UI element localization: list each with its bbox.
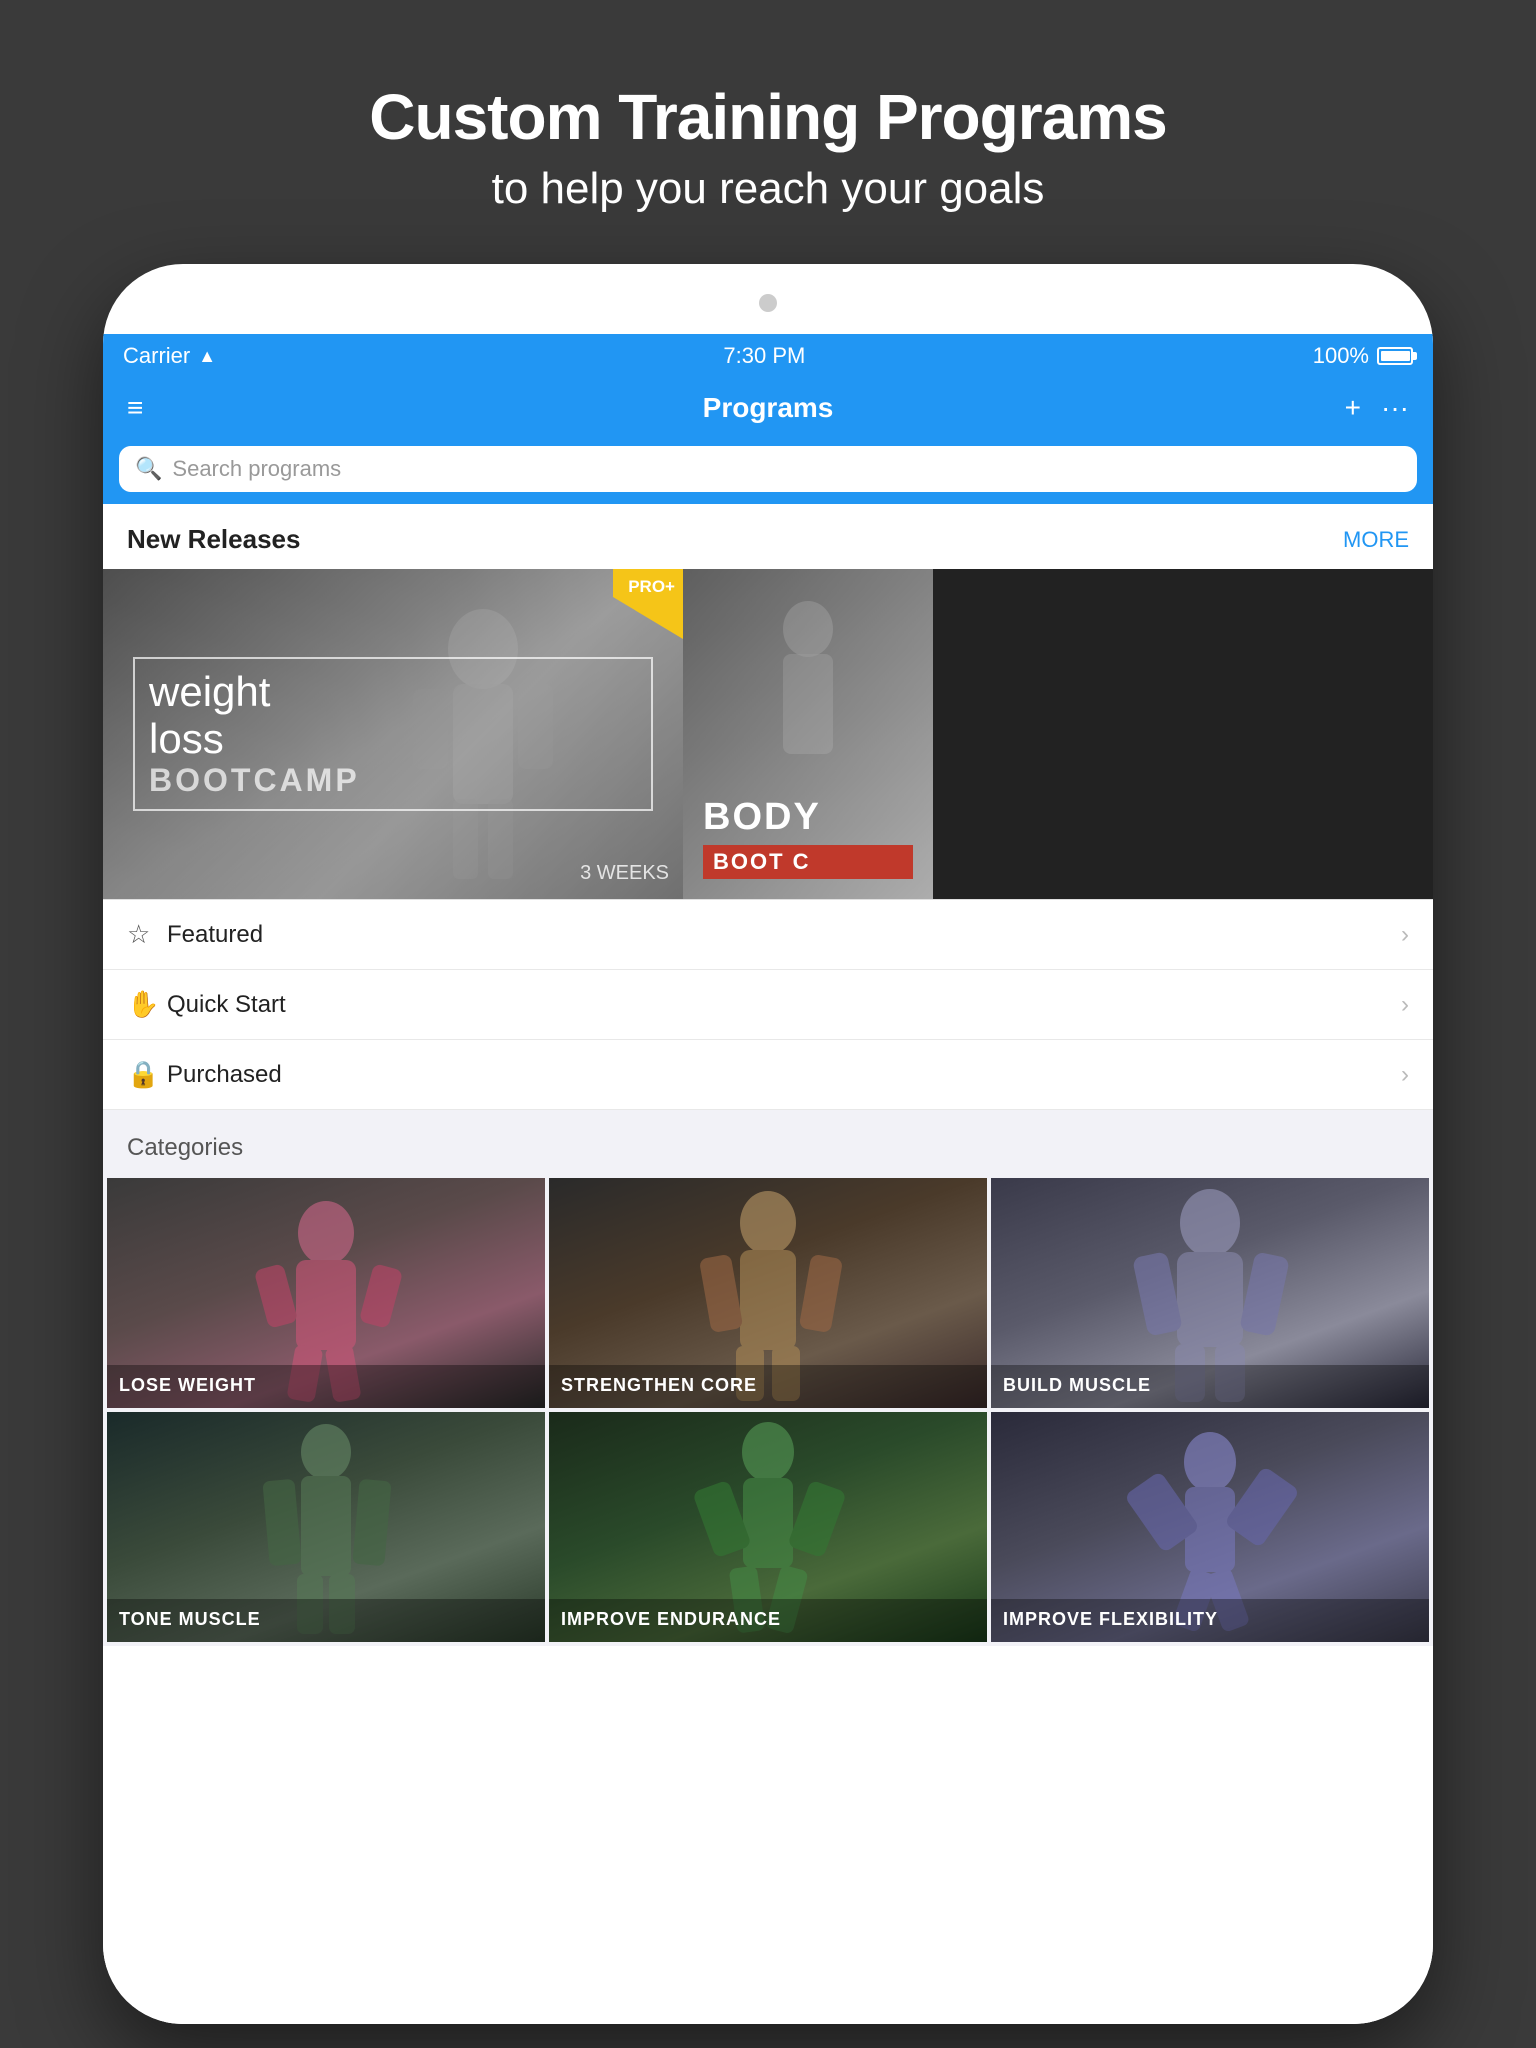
scroll-content[interactable]: New Releases MORE xyxy=(103,504,1433,2024)
nav-bar: ≡ Programs + ··· xyxy=(103,378,1433,438)
list-item-purchased[interactable]: 🔒 Purchased › xyxy=(103,1040,1433,1110)
bootcamp-box: weightloss BOOTCAMP xyxy=(133,657,653,810)
quickstart-label: Quick Start xyxy=(167,991,1401,1019)
featured-chevron: › xyxy=(1401,921,1409,949)
strengthen-label: STRENGTHEN CORE xyxy=(549,1365,987,1408)
categories-grid: LOSE WEIGHT xyxy=(103,1178,1433,1646)
add-icon[interactable]: + xyxy=(1345,392,1361,424)
lose-weight-label: LOSE WEIGHT xyxy=(107,1365,545,1408)
list-item-quickstart[interactable]: ✋ Quick Start › xyxy=(103,970,1433,1040)
menu-icon[interactable]: ≡ xyxy=(127,392,143,424)
categories-title: Categories xyxy=(127,1134,243,1161)
bootcamp-title-line2: BOOTCAMP xyxy=(149,762,637,799)
wifi-icon: ▲ xyxy=(198,346,216,367)
purchased-chevron: › xyxy=(1401,1061,1409,1089)
category-tone-muscle[interactable]: TONE MUSCLE xyxy=(107,1412,545,1642)
purchased-icon: 🔒 xyxy=(127,1059,167,1090)
category-lose-weight[interactable]: LOSE WEIGHT xyxy=(107,1178,545,1408)
list-item-featured[interactable]: ☆ Featured › xyxy=(103,900,1433,970)
body-subtitle: BOOT C xyxy=(703,845,913,879)
purchased-label: Purchased xyxy=(167,1061,1401,1089)
search-bar-container: 🔍 Search programs xyxy=(103,438,1433,504)
category-improve-endurance[interactable]: IMPROVE ENDURANCE xyxy=(549,1412,987,1642)
page-subtitle: to help you reach your goals xyxy=(369,164,1166,214)
category-improve-flexibility[interactable]: IMPROVE FLEXIBILITY xyxy=(991,1412,1429,1642)
categories-header: Categories xyxy=(103,1110,1433,1178)
endurance-label: IMPROVE ENDURANCE xyxy=(549,1599,987,1642)
category-build-muscle[interactable]: BUILD MUSCLE xyxy=(991,1178,1429,1408)
more-link[interactable]: MORE xyxy=(1343,527,1409,553)
app-content: Carrier ▲ 7:30 PM 100% ≡ Programs + ··· xyxy=(103,334,1433,2024)
build-muscle-label: BUILD MUSCLE xyxy=(991,1365,1429,1408)
page-title: Custom Training Programs xyxy=(369,80,1166,154)
tone-muscle-label: TONE MUSCLE xyxy=(107,1599,545,1642)
tablet-camera xyxy=(759,294,777,312)
tablet-frame: Carrier ▲ 7:30 PM 100% ≡ Programs + ··· xyxy=(103,264,1433,2024)
body-title: BODY xyxy=(703,796,913,839)
categories-section: Categories xyxy=(103,1110,1433,1646)
flexibility-label: IMPROVE FLEXIBILITY xyxy=(991,1599,1429,1642)
search-placeholder: Search programs xyxy=(172,456,341,482)
page-header: Custom Training Programs to help you rea… xyxy=(369,0,1166,264)
quickstart-chevron: › xyxy=(1401,991,1409,1019)
nav-title: Programs xyxy=(703,392,834,424)
carrier-label: Carrier xyxy=(123,343,190,369)
featured-label: Featured xyxy=(167,921,1401,949)
pro-badge-label: PRO+ xyxy=(628,577,675,597)
new-releases-header: New Releases MORE xyxy=(103,504,1433,569)
bootcamp-weeks: 3 WEEKS xyxy=(580,862,669,885)
time-label: 7:30 PM xyxy=(723,343,805,369)
battery-fill xyxy=(1381,351,1410,361)
category-strengthen-core[interactable]: STRENGTHEN CORE xyxy=(549,1178,987,1408)
search-icon: 🔍 xyxy=(135,456,162,482)
new-releases-title: New Releases xyxy=(127,524,300,555)
list-section: ☆ Featured › ✋ Quick Start › 🔒 Purchased… xyxy=(103,899,1433,1110)
quickstart-icon: ✋ xyxy=(127,989,167,1020)
nav-actions: + ··· xyxy=(1345,392,1409,424)
featured-icon: ☆ xyxy=(127,919,167,950)
battery-bar-icon xyxy=(1377,347,1413,365)
carousel-card-2[interactable]: BODY BOOT C xyxy=(683,569,933,899)
status-right: 100% xyxy=(1313,343,1413,369)
battery-percent: 100% xyxy=(1313,343,1369,369)
carousel[interactable]: weightloss BOOTCAMP PRO+ 3 WEEKS xyxy=(103,569,1433,899)
status-bar: Carrier ▲ 7:30 PM 100% xyxy=(103,334,1433,378)
bootcamp-title-line1: weightloss xyxy=(149,669,637,761)
search-bar[interactable]: 🔍 Search programs xyxy=(119,446,1417,492)
body-overlay: BODY BOOT C xyxy=(683,569,933,899)
carousel-card-1[interactable]: weightloss BOOTCAMP PRO+ 3 WEEKS xyxy=(103,569,683,899)
bootcamp-overlay: weightloss BOOTCAMP xyxy=(103,569,683,899)
more-icon[interactable]: ··· xyxy=(1381,392,1409,424)
status-left: Carrier ▲ xyxy=(123,343,216,369)
